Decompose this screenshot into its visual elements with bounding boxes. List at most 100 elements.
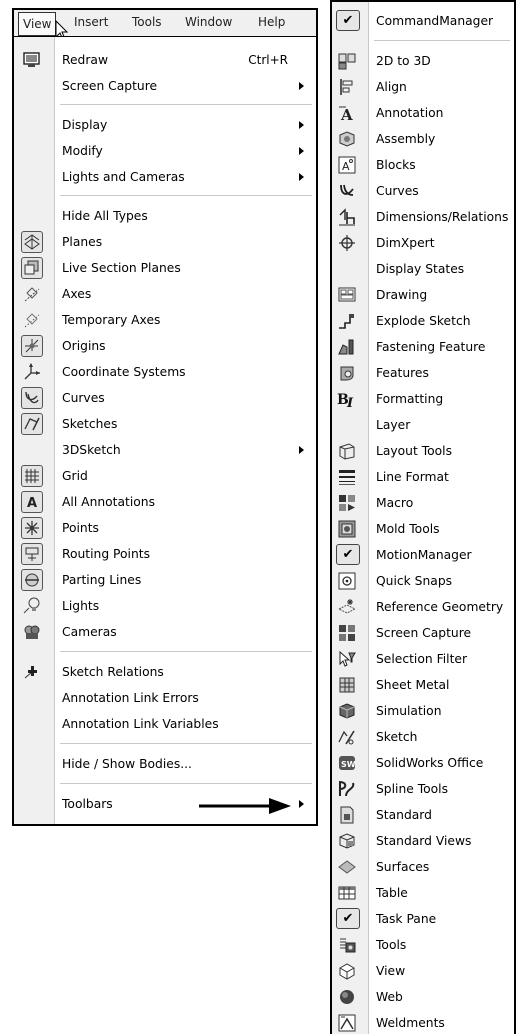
toolbar-item-drawing[interactable]: Drawing [332,282,514,308]
toolbar-item-view[interactable]: View [332,958,514,984]
toolbar-item-surfaces[interactable]: Surfaces [332,854,514,880]
menu-item-lights[interactable]: Lights [14,593,316,619]
toolbar-item-standard[interactable]: Standard [332,802,514,828]
toolbar-item-reference-geometry[interactable]: Reference Geometry [332,594,514,620]
toolbar-item-motionmanager[interactable]: ✔ MotionManager [332,542,514,568]
toolbar-item-table[interactable]: Table [332,880,514,906]
toolbar-item-standard-views[interactable]: Standard Views [332,828,514,854]
menu-item-planes[interactable]: Planes [14,229,316,255]
menu-help[interactable]: Help [258,15,285,29]
planes-icon [21,231,43,253]
toolbar-item-tools[interactable]: Tools [332,932,514,958]
toolbar-item-curves[interactable]: Curves [332,178,514,204]
toolbar-item-features[interactable]: Features [332,360,514,386]
menu-item-temporary-axes[interactable]: Temporary Axes [14,307,316,333]
menu-item-sketches[interactable]: Sketches [14,411,316,437]
menu-item-curves[interactable]: Curves [14,385,316,411]
menu-item-coordinate-systems[interactable]: Coordinate Systems [14,359,316,385]
menu-tools[interactable]: Tools [132,15,162,29]
toolbar-item-spline-tools[interactable]: Spline Tools [332,776,514,802]
toolbar-item-blocks[interactable]: A Blocks [332,152,514,178]
menu-item-modify[interactable]: Modify [14,138,316,164]
toolbar-item-commandmanager[interactable]: ✔ CommandManager [332,8,514,34]
toolbar-item-annotation[interactable]: A Annotation [332,100,514,126]
menu-separator [60,195,312,196]
toolbar-item-screen-capture[interactable]: Screen Capture [332,620,514,646]
live-section-planes-icon [21,257,43,279]
curves-icon [21,387,43,409]
cameras-icon [22,622,42,642]
curves-icon [337,181,357,201]
checkmark-icon: ✔ [336,908,360,929]
menu-insert[interactable]: Insert [74,15,108,29]
menu-item-hide-show-bodies[interactable]: Hide / Show Bodies... [14,751,316,777]
line-format-icon [337,467,357,487]
menu-item-hide-all-types[interactable]: Hide All Types [14,203,316,229]
menu-item-annotation-link-errors[interactable]: Annotation Link Errors [14,685,316,711]
toolbars-submenu: ✔ CommandManager 2D to 3D Align A Annota… [330,0,516,1034]
toolbar-item-sketch[interactable]: Sketch [332,724,514,750]
all-annotations-icon: A [21,491,43,513]
menu-item-routing-points[interactable]: Routing Points [14,541,316,567]
submenu-arrow-icon [299,800,304,808]
submenu-arrow-icon [299,173,304,181]
toolbar-item-align[interactable]: Align [332,74,514,100]
assembly-icon [337,129,357,149]
surfaces-icon [337,857,357,877]
align-icon [337,77,357,97]
temporary-axes-icon [22,310,42,330]
toolbar-item-task-pane[interactable]: ✔ Task Pane [332,906,514,932]
toolbar-item-selection-filter[interactable]: Selection Filter [332,646,514,672]
menu-item-parting-lines[interactable]: Parting Lines [14,567,316,593]
toolbar-item-dimxpert[interactable]: DimXpert [332,230,514,256]
submenu-arrow-icon [299,121,304,129]
toolbar-item-solidworks-office[interactable]: SW SolidWorks Office [332,750,514,776]
grid-icon [21,465,43,487]
view-icon [337,961,357,981]
toolbar-item-2d-to-3d[interactable]: 2D to 3D [332,48,514,74]
toolbar-item-line-format[interactable]: Line Format [332,464,514,490]
sheet-metal-icon [337,675,357,695]
toolbar-item-explode-sketch[interactable]: Explode Sketch [332,308,514,334]
toolbar-item-layout-tools[interactable]: Layout Tools [332,438,514,464]
toolbar-item-sheet-metal[interactable]: Sheet Metal [332,672,514,698]
menu-item-lights-and-cameras[interactable]: Lights and Cameras [14,164,316,190]
toolbar-item-simulation[interactable]: Simulation [332,698,514,724]
toolbar-item-fastening-feature[interactable]: Fastening Feature [332,334,514,360]
toolbar-item-weldments[interactable]: Weldments [332,1010,514,1036]
drawing-icon [337,285,357,305]
sketch-relations-icon [22,662,42,682]
features-icon [337,363,357,383]
axes-icon [22,284,42,304]
menu-item-points[interactable]: Points [14,515,316,541]
toolbar-item-display-states[interactable]: Display States [332,256,514,282]
menu-window[interactable]: Window [185,15,232,29]
sketch-icon [337,727,357,747]
toolbar-item-layer[interactable]: Layer [332,412,514,438]
menu-item-redraw[interactable]: Redraw Ctrl+R [14,47,316,73]
standard-views-icon [337,831,357,851]
quick-snaps-icon [337,571,357,591]
menu-item-origins[interactable]: Origins [14,333,316,359]
toolbar-item-formatting[interactable]: BI Formatting [332,386,514,412]
toolbar-item-mold-tools[interactable]: Mold Tools [332,516,514,542]
toolbar-item-dimensions-relations[interactable]: Dimensions/Relations [332,204,514,230]
menu-item-display[interactable]: Display [14,112,316,138]
menu-item-sketch-relations[interactable]: Sketch Relations [14,659,316,685]
menu-item-axes[interactable]: Axes [14,281,316,307]
toolbar-item-assembly[interactable]: Assembly [332,126,514,152]
menu-item-annotation-link-variables[interactable]: Annotation Link Variables [14,711,316,737]
origins-icon [21,335,43,357]
menu-item-all-annotations[interactable]: A All Annotations [14,489,316,515]
toolbar-item-web[interactable]: Web [332,984,514,1010]
macro-icon [337,493,357,513]
menu-view[interactable]: View [18,12,57,36]
menu-item-live-section-planes[interactable]: Live Section Planes [14,255,316,281]
menu-item-grid[interactable]: Grid [14,463,316,489]
toolbar-item-macro[interactable]: Macro [332,490,514,516]
menu-item-cameras[interactable]: Cameras [14,619,316,645]
menu-item-screen-capture[interactable]: Screen Capture [14,73,316,99]
menu-item-3dsketch[interactable]: 3DSketch [14,437,316,463]
toolbar-item-quick-snaps[interactable]: Quick Snaps [332,568,514,594]
shortcut-label: Ctrl+R [248,53,288,67]
